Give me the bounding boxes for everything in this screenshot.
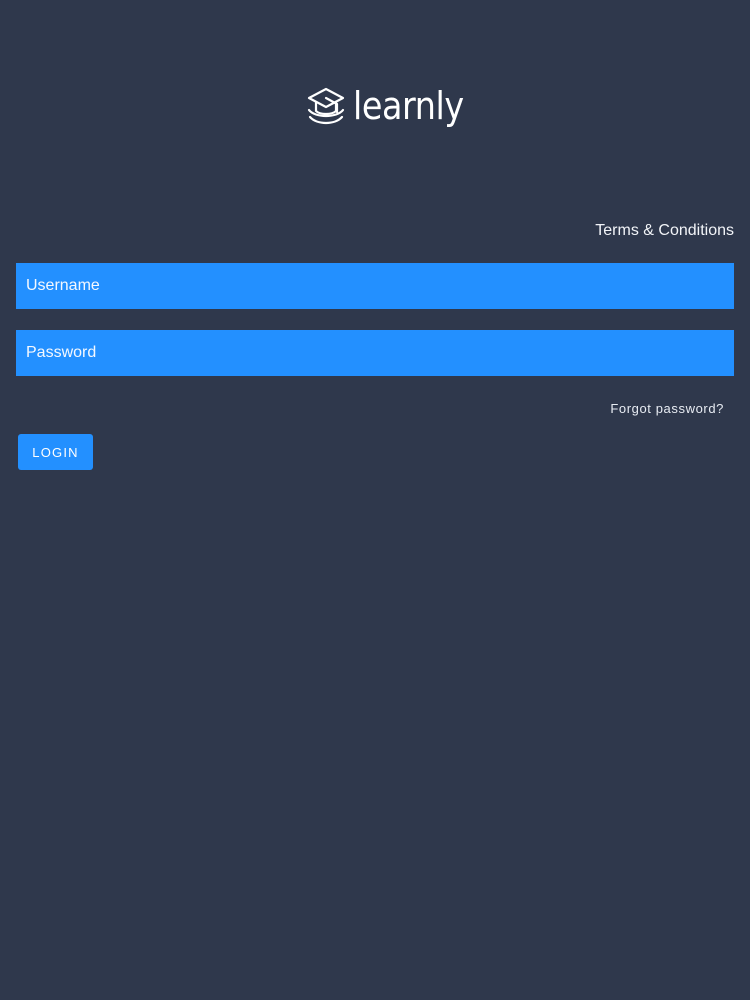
password-input[interactable] [26,344,724,362]
graduation-cap-icon [307,87,345,125]
brand-logo: learnly [305,82,479,130]
brand-name: learnly [353,84,464,128]
username-input[interactable] [26,277,724,295]
login-screen: { "brand": { "name": "learnly", "icon": … [0,0,750,1000]
forgot-password-link[interactable]: Forgot password? [610,400,724,418]
login-button[interactable]: LOGIN [18,434,93,470]
password-field[interactable] [16,330,734,376]
terms-and-conditions-link[interactable]: Terms & Conditions [595,220,734,242]
username-field[interactable] [16,263,734,309]
